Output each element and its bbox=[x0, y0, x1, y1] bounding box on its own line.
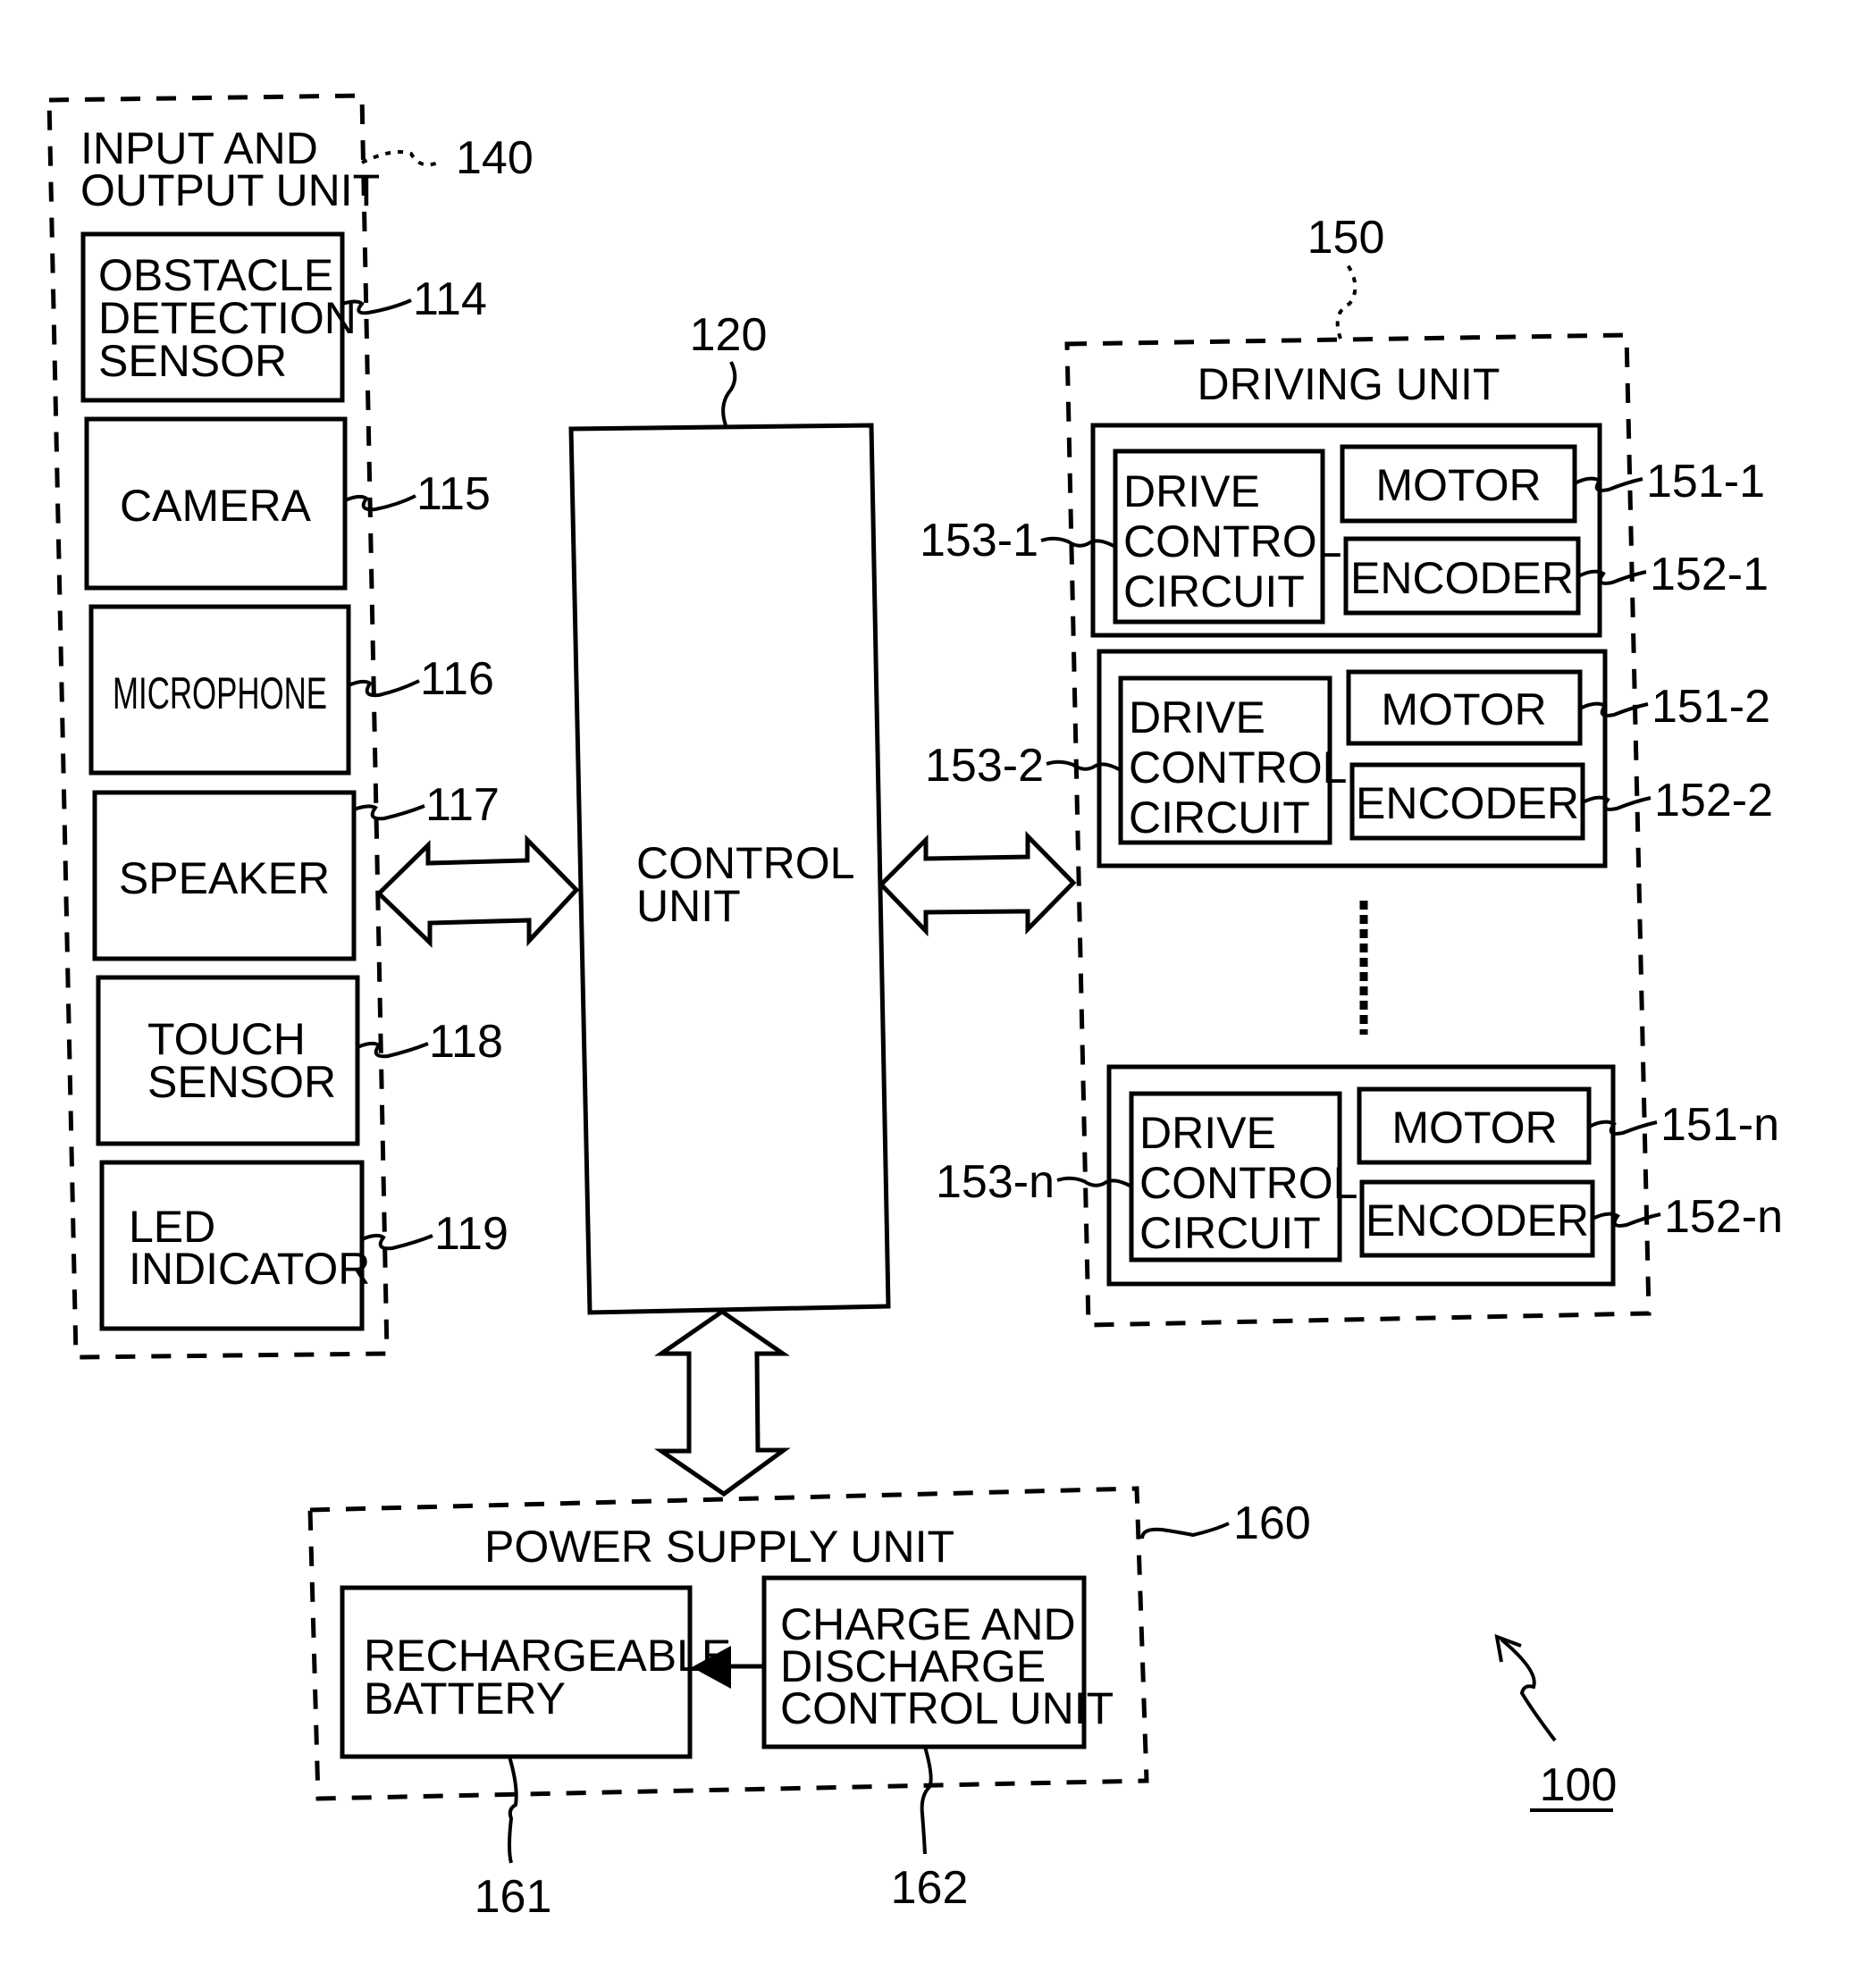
io-unit-ref-leader bbox=[361, 150, 439, 167]
battery-ref-leader bbox=[508, 1756, 518, 1864]
control-unit-line-2: UNIT bbox=[636, 881, 741, 931]
drive-group-2: DRIVE CONTROL CIRCUIT MOTOR ENCODER 153-… bbox=[925, 649, 1773, 868]
microphone-block: MICROPHONE 116 bbox=[88, 604, 494, 776]
led-line-2: INDICATOR bbox=[129, 1244, 370, 1294]
battery-ref: 161 bbox=[475, 1871, 552, 1923]
dcc1-line-1: DRIVE bbox=[1123, 466, 1260, 516]
speaker-ref: 117 bbox=[425, 779, 500, 831]
driving-unit-ref-leader bbox=[1335, 259, 1357, 340]
charge-ref: 162 bbox=[891, 1862, 969, 1914]
motor-1-ref: 151-1 bbox=[1646, 456, 1765, 507]
touch-sensor-block: TOUCH SENSOR 118 bbox=[96, 975, 503, 1146]
figure-reference: 100 bbox=[1494, 1633, 1618, 1812]
touch-ref-leader bbox=[357, 1041, 429, 1059]
dcc2-line-2: CONTROL bbox=[1129, 742, 1347, 793]
dcc1-line-3: CIRCUIT bbox=[1123, 566, 1305, 617]
camera-block: CAMERA 115 bbox=[84, 416, 491, 591]
encoder-1-label: ENCODER bbox=[1350, 553, 1574, 603]
led-indicator-block: LED INDICATOR 119 bbox=[99, 1160, 509, 1331]
driving-unit-ref: 150 bbox=[1307, 212, 1385, 264]
encoder-2-label: ENCODER bbox=[1356, 778, 1579, 828]
dcc1-ref: 153-1 bbox=[920, 515, 1038, 566]
camera-ref-leader bbox=[344, 494, 416, 512]
obstacle-detection-sensor-block: OBSTACLE DETECTION SENSOR 114 bbox=[80, 231, 487, 403]
dccn-ref: 153-n bbox=[936, 1156, 1055, 1208]
control-unit-ref-leader bbox=[721, 361, 737, 426]
dcc2-line-3: CIRCUIT bbox=[1129, 793, 1310, 843]
power-unit-ref-leader bbox=[1140, 1522, 1230, 1539]
microphone-ref: 116 bbox=[420, 653, 494, 705]
battery-line-2: BATTERY bbox=[364, 1673, 566, 1724]
dcc2-line-1: DRIVE bbox=[1129, 692, 1265, 742]
motor-2-ref: 151-2 bbox=[1652, 681, 1770, 733]
encoder-n-ref: 152-n bbox=[1664, 1191, 1783, 1243]
figure-ref-leader bbox=[1500, 1638, 1557, 1742]
control-unit-ref: 120 bbox=[690, 309, 768, 361]
speaker-label: SPEAKER bbox=[119, 853, 330, 903]
camera-label: CAMERA bbox=[120, 481, 312, 531]
drive-group-n: DRIVE CONTROL CIRCUIT MOTOR ENCODER 153-… bbox=[936, 1064, 1783, 1287]
encoder-1-ref: 152-1 bbox=[1650, 549, 1769, 600]
led-ref-leader bbox=[361, 1233, 433, 1251]
touch-line-2: SENSOR bbox=[147, 1057, 336, 1107]
charge-line-3: CONTROL UNIT bbox=[780, 1683, 1114, 1733]
touch-ref: 118 bbox=[429, 1016, 503, 1068]
block-diagram: INPUT AND OUTPUT UNIT 140 OBSTACLE DETEC… bbox=[46, 93, 1783, 1923]
driving-unit: 150 DRIVING UNIT DRIVE CONTROL CIRCUIT M… bbox=[920, 212, 1783, 1328]
microphone-label: MICROPHONE bbox=[113, 668, 327, 718]
encoder-n-label: ENCODER bbox=[1366, 1195, 1589, 1246]
dcc1-line-2: CONTROL bbox=[1123, 516, 1341, 566]
encoder-2-ref: 152-2 bbox=[1654, 775, 1773, 826]
dccn-line-2: CONTROL bbox=[1139, 1158, 1357, 1208]
control-power-bidirectional-arrow bbox=[653, 1308, 791, 1497]
io-unit-title-line-2: OUTPUT UNIT bbox=[80, 165, 380, 215]
io-control-bidirectional-arrow bbox=[375, 834, 580, 948]
power-supply-unit: POWER SUPPLY UNIT 160 RECHARGEABLE BATTE… bbox=[307, 1486, 1311, 1923]
microphone-ref-leader bbox=[348, 679, 420, 698]
control-unit: 120 CONTROL UNIT bbox=[568, 309, 891, 1315]
speaker-ref-leader bbox=[353, 804, 425, 821]
control-driving-bidirectional-arrow bbox=[878, 830, 1077, 937]
charge-ref-leader bbox=[920, 1746, 933, 1855]
power-unit-title: POWER SUPPLY UNIT bbox=[484, 1522, 954, 1572]
obstacle-ref: 114 bbox=[413, 273, 487, 325]
motor-n-label: MOTOR bbox=[1391, 1103, 1557, 1153]
dcc2-ref: 153-2 bbox=[925, 740, 1044, 792]
io-unit: INPUT AND OUTPUT UNIT 140 OBSTACLE DETEC… bbox=[46, 93, 534, 1360]
power-unit-ref: 160 bbox=[1233, 1497, 1311, 1549]
driving-unit-title: DRIVING UNIT bbox=[1198, 359, 1500, 409]
motor-n-ref: 151-n bbox=[1660, 1099, 1779, 1151]
led-ref: 119 bbox=[434, 1208, 509, 1260]
dccn-line-1: DRIVE bbox=[1139, 1108, 1276, 1158]
motor-1-label: MOTOR bbox=[1375, 460, 1541, 510]
camera-ref: 115 bbox=[416, 468, 491, 520]
dccn-line-3: CIRCUIT bbox=[1139, 1208, 1321, 1258]
motor-2-label: MOTOR bbox=[1381, 684, 1546, 734]
io-unit-ref: 140 bbox=[456, 132, 534, 184]
obstacle-line-3: SENSOR bbox=[98, 336, 287, 386]
figure-ref: 100 bbox=[1540, 1759, 1618, 1811]
drive-group-1: DRIVE CONTROL CIRCUIT MOTOR ENCODER 153-… bbox=[920, 423, 1769, 638]
